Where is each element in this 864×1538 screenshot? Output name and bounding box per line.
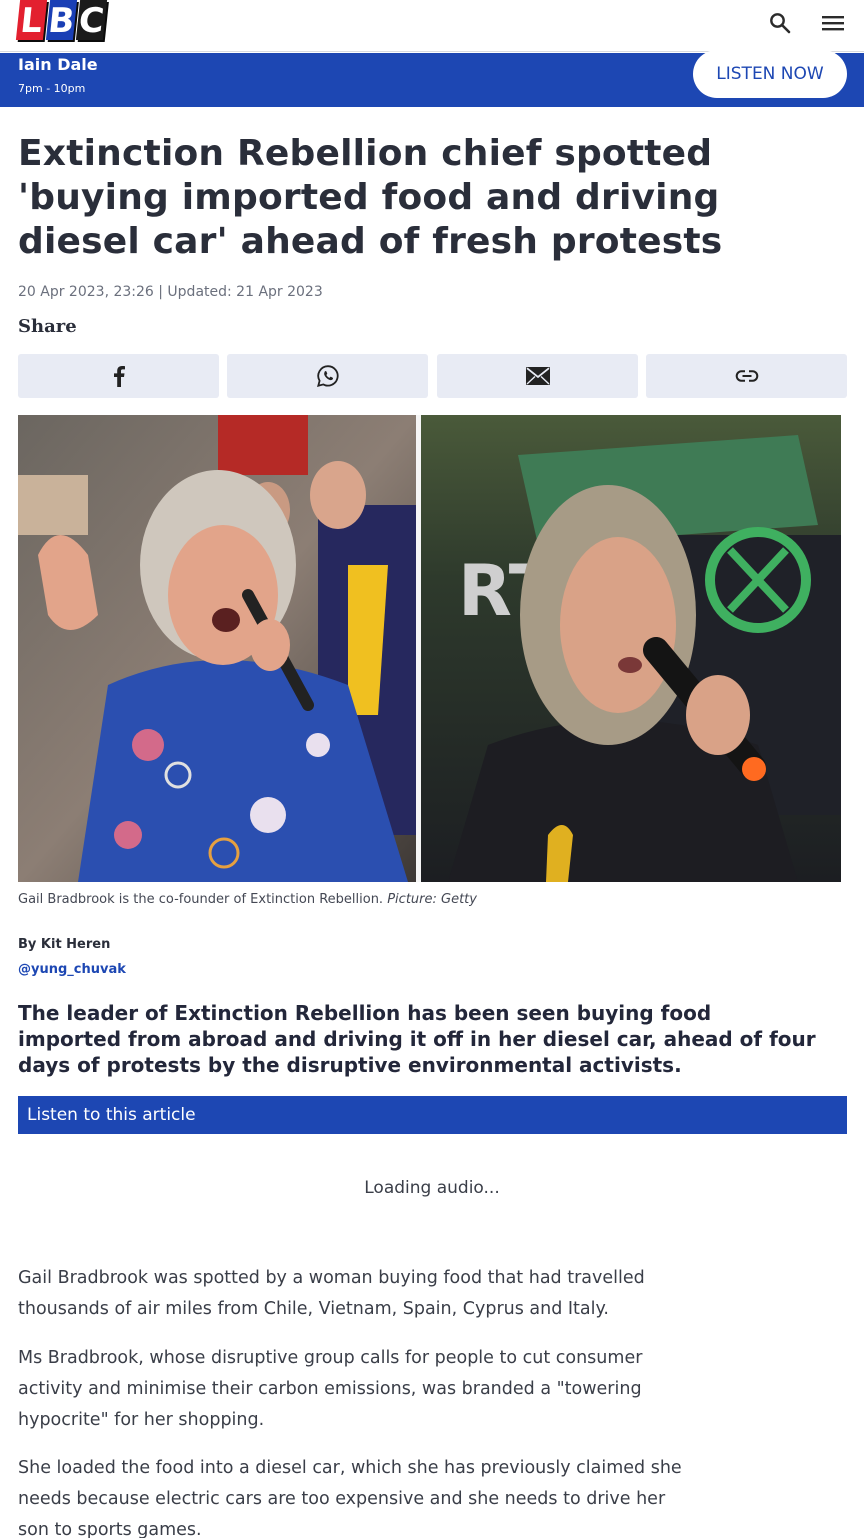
whatsapp-icon <box>316 365 339 387</box>
share-buttons <box>18 354 847 398</box>
audio-loading-text: Loading audio... <box>364 1178 500 1198</box>
photo-caption: Gail Bradbrook is the co-founder of Exti… <box>18 892 477 907</box>
site-header: L B C <box>0 0 864 52</box>
logo-letter: C <box>75 0 108 41</box>
share-facebook-button[interactable] <box>18 354 219 398</box>
show-name: Iain Dale <box>18 55 98 74</box>
article-photo: RT <box>18 415 841 882</box>
author-byline: By Kit Heren <box>18 937 111 952</box>
article-headline: Extinction Rebellion chief spotted 'buyi… <box>18 133 723 262</box>
body-paragraph: She loaded the food into a diesel car, w… <box>18 1458 682 1538</box>
share-label: Share <box>18 316 77 337</box>
logo-letter: B <box>45 0 78 41</box>
search-icon <box>770 13 791 34</box>
share-link-button[interactable] <box>646 354 847 398</box>
search-button[interactable] <box>763 6 797 40</box>
facebook-icon <box>113 366 125 387</box>
body-paragraph: Ms Bradbrook, whose disruptive group cal… <box>18 1348 643 1430</box>
author-twitter-link[interactable]: @yung_chuvak <box>18 962 126 977</box>
lbc-logo[interactable]: L B C <box>15 0 108 42</box>
email-icon <box>525 367 550 385</box>
link-icon <box>735 370 758 382</box>
listen-now-button[interactable]: LISTEN NOW <box>693 50 847 98</box>
listen-to-article-button[interactable]: Listen to this article <box>18 1096 847 1134</box>
hamburger-menu-icon <box>822 16 844 31</box>
logo-letter: L <box>15 0 48 41</box>
article-photo-illustration: RT <box>18 415 841 882</box>
caption-text: Gail Bradbrook is the co-founder of Exti… <box>18 892 384 907</box>
caption-credit: Picture: Getty <box>387 892 477 907</box>
show-time: 7pm - 10pm <box>18 82 86 95</box>
body-paragraph: Gail Bradbrook was spotted by a woman bu… <box>18 1268 645 1319</box>
article-dateline: 20 Apr 2023, 23:26 | Updated: 21 Apr 202… <box>18 284 323 300</box>
share-whatsapp-button[interactable] <box>227 354 428 398</box>
share-email-button[interactable] <box>437 354 638 398</box>
article-standfirst: The leader of Extinction Rebellion has b… <box>18 1001 816 1077</box>
menu-button[interactable] <box>816 6 850 40</box>
